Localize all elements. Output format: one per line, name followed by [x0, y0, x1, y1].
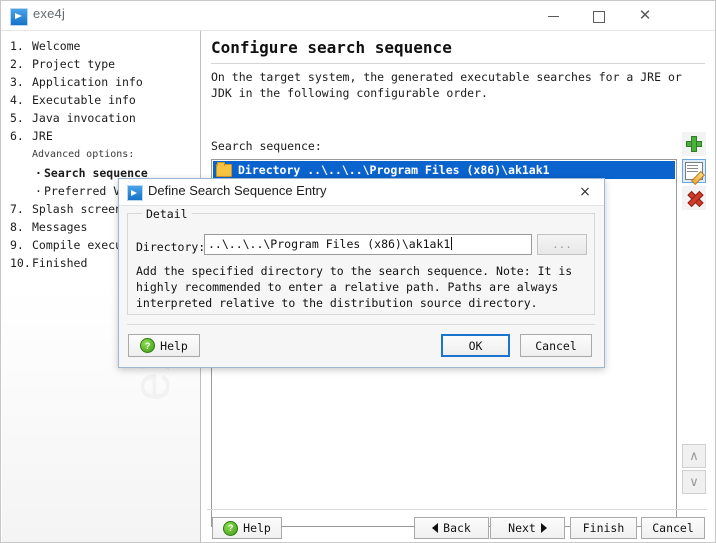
move-up-button[interactable]: ∧: [682, 444, 706, 468]
dialog-ok-label: OK: [468, 338, 483, 353]
directory-input-value: ..\..\..\Program Files (x86)\ak1ak1: [208, 237, 451, 251]
title-divider: [211, 63, 705, 64]
dialog-help-button[interactable]: ? Help: [128, 334, 200, 357]
close-button[interactable]: ✕: [622, 1, 668, 30]
back-button-label: Back: [443, 521, 471, 535]
sidebar-item-application-info[interactable]: 3. Application info: [2, 73, 200, 91]
finish-button-label: Finish: [582, 521, 625, 535]
maximize-icon: [593, 10, 605, 23]
step-number: 9.: [10, 238, 24, 252]
minimize-button[interactable]: [530, 1, 576, 30]
sidebar-item-welcome[interactable]: 1. Welcome: [2, 37, 200, 55]
arrow-left-icon: [432, 523, 439, 533]
dialog-ok-button[interactable]: OK: [441, 334, 510, 357]
close-icon: ×: [579, 184, 591, 200]
directory-label: Directory:: [136, 240, 206, 254]
help-question-icon: ?: [140, 338, 156, 353]
step-number: 3.: [10, 75, 24, 89]
bullet-icon: ·: [35, 184, 42, 198]
sidebar-item-executable-info[interactable]: 4. Executable info: [2, 91, 200, 109]
red-x-delete-icon: [686, 190, 702, 206]
list-item[interactable]: Directory ..\..\..\Program Files (x86)\a…: [213, 161, 675, 179]
dialog-titlebar: Define Search Sequence Entry ×: [119, 179, 604, 206]
finish-button[interactable]: Finish: [570, 517, 637, 539]
dialog-help-label: Help: [160, 338, 188, 353]
step-number: 5.: [10, 111, 24, 125]
minimize-icon: [547, 16, 559, 18]
help-button-label: Help: [243, 521, 271, 535]
step-label: JRE: [32, 129, 53, 143]
step-label: Welcome: [32, 39, 81, 53]
step-label: Application info: [32, 75, 143, 89]
next-button[interactable]: Next: [490, 517, 565, 539]
sidebar-item-jre[interactable]: 6. JRE: [2, 127, 200, 145]
step-number: 7.: [10, 202, 24, 216]
folder-icon: [216, 161, 232, 177]
exe4j-dialog-icon: [127, 185, 143, 201]
step-label: Java invocation: [32, 111, 136, 125]
step-number: 10.: [10, 256, 31, 270]
sub-item-label: Preferred VM: [44, 184, 128, 198]
next-button-label: Next: [508, 521, 536, 535]
step-label: Splash screen: [32, 202, 123, 216]
back-button[interactable]: Back: [414, 517, 489, 539]
list-item-label: Directory ..\..\..\Program Files (x86)\a…: [238, 163, 550, 177]
step-number: 2.: [10, 57, 24, 71]
wizard-button-bar: ? Help Back Next Finish Cancel: [201, 510, 715, 542]
step-number: 6.: [10, 129, 24, 143]
dialog-body: Detail Directory: ..\..\..\Program Files…: [119, 206, 604, 367]
dialog-hint-text: Add the specified directory to the searc…: [136, 264, 573, 310]
chevron-up-icon: ∧: [689, 448, 699, 464]
page-title: Configure search sequence: [211, 38, 452, 57]
maximize-button[interactable]: [576, 1, 622, 30]
sidebar-item-java-invocation[interactable]: 5. Java invocation: [2, 109, 200, 127]
browse-button-label: ...: [552, 238, 572, 251]
step-number: 4.: [10, 93, 24, 107]
window-titlebar: exe4j ✕: [1, 1, 715, 31]
move-down-button[interactable]: ∨: [682, 470, 706, 494]
sidebar-item-project-type[interactable]: 2. Project type: [2, 55, 200, 73]
step-label: Finished: [32, 256, 88, 270]
edit-entry-button[interactable]: [682, 159, 706, 183]
advanced-options-heading: Advanced options:: [32, 149, 135, 160]
page-description: On the target system, the generated exec…: [211, 70, 682, 100]
close-icon: ✕: [638, 6, 652, 24]
chevron-down-icon: ∨: [689, 474, 699, 490]
dialog-close-button[interactable]: ×: [568, 180, 602, 204]
step-label: Executable info: [32, 93, 136, 107]
step-label: Project type: [32, 57, 116, 71]
help-button[interactable]: ? Help: [212, 517, 282, 539]
search-sequence-label: Search sequence:: [211, 139, 322, 153]
define-search-sequence-entry-dialog: Define Search Sequence Entry × Detail Di…: [118, 178, 605, 368]
exe4j-app-icon: [10, 8, 28, 26]
window-title: exe4j: [33, 6, 66, 21]
text-caret: [451, 237, 453, 250]
step-number: 8.: [10, 220, 24, 234]
browse-directory-button[interactable]: ...: [537, 234, 587, 255]
dialog-footer-divider: [127, 324, 595, 325]
delete-entry-button[interactable]: [682, 186, 706, 210]
cancel-button[interactable]: Cancel: [641, 517, 705, 539]
arrow-right-icon: [540, 523, 547, 533]
cancel-button-label: Cancel: [652, 521, 694, 535]
dialog-cancel-button[interactable]: Cancel: [520, 334, 592, 357]
help-question-icon: ?: [223, 520, 239, 536]
plus-icon: [686, 136, 702, 152]
bullet-icon: ·: [35, 166, 42, 180]
step-number: 1.: [10, 39, 24, 53]
directory-input[interactable]: ..\..\..\Program Files (x86)\ak1ak1: [204, 234, 532, 255]
step-label: Messages: [32, 220, 88, 234]
dialog-cancel-label: Cancel: [535, 338, 577, 353]
pencil-edit-icon: [685, 162, 703, 180]
detail-group-legend: Detail: [142, 207, 192, 221]
add-entry-button[interactable]: [682, 132, 706, 156]
dialog-title: Define Search Sequence Entry: [148, 183, 327, 198]
exe4j-wizard-window: exe4j ✕ 1. Welcome 2. Project type 3. Ap…: [0, 0, 716, 543]
